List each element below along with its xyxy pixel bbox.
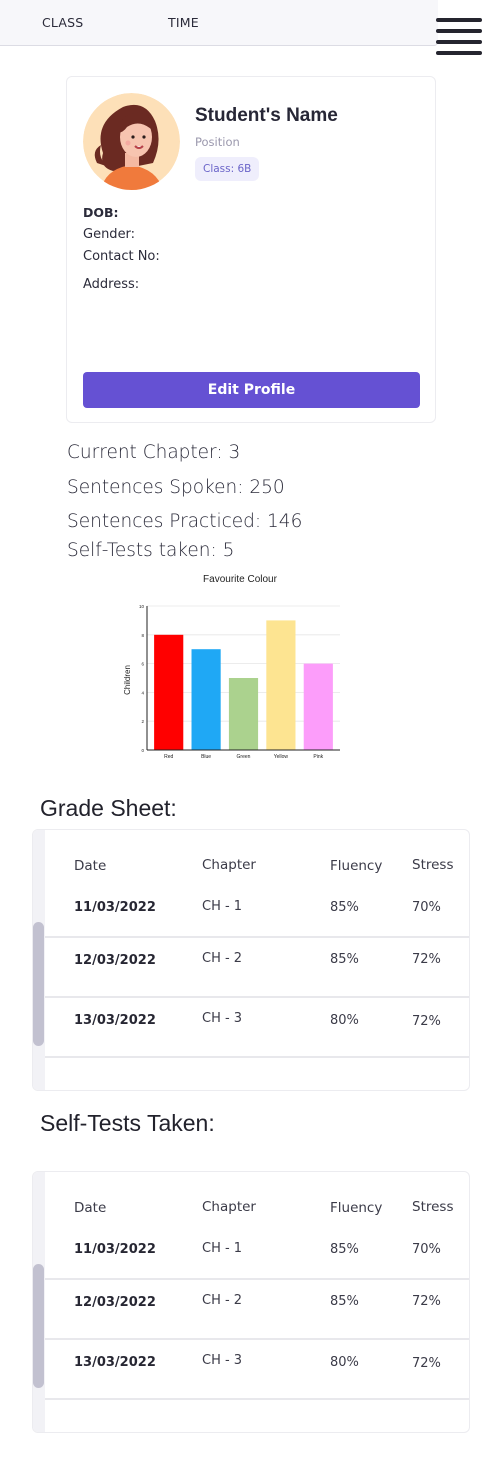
avatar <box>83 93 180 190</box>
chart-y-tick-label: 0 <box>141 748 144 753</box>
cell-date: 11/03/2022 <box>74 900 156 915</box>
chart-x-tick-label: Red <box>164 754 173 760</box>
cell-chapter: CH - 2 <box>202 951 243 966</box>
chart-bar-pink <box>303 663 333 750</box>
top-nav: CLASS TIME <box>0 0 438 46</box>
grade-sheet-table: Date Chapter Fluency Stress 11/03/2022 C… <box>32 829 470 1091</box>
cell-fluency: 85% <box>330 952 359 967</box>
cell-stress: 72% <box>412 1014 441 1029</box>
cell-date: 12/03/2022 <box>74 1295 156 1310</box>
cell-fluency: 85% <box>330 1242 359 1257</box>
profile-card: Student's Name Position Class: 6B DOB: G… <box>66 76 436 423</box>
col-header-date: Date <box>74 1200 107 1216</box>
scrollbar-thumb[interactable] <box>33 922 44 1046</box>
contact-label: Contact No: <box>83 249 160 264</box>
chart-y-tick-label: 4 <box>141 690 144 695</box>
cell-chapter: CH - 1 <box>202 899 243 914</box>
address-label: Address: <box>83 277 140 292</box>
table-row: 12/03/2022 CH - 2 85% 72% <box>45 1280 469 1340</box>
grade-sheet-title: Grade Sheet: <box>40 795 177 821</box>
self-tests-title: Self-Tests Taken: <box>40 1110 215 1136</box>
current-chapter-stat: Current Chapter: 3 <box>67 442 241 463</box>
cell-fluency: 80% <box>330 1355 359 1370</box>
cell-date: 12/03/2022 <box>74 953 156 968</box>
table-row: 11/03/2022 CH - 1 85% 70% <box>45 1220 469 1280</box>
chart-x-tick-label: Yellow <box>274 754 289 760</box>
cell-stress: 72% <box>412 1294 441 1309</box>
chart-bar-blue <box>191 649 221 750</box>
cell-stress: 72% <box>412 1356 441 1371</box>
col-header-fluency: Fluency <box>330 1200 383 1216</box>
tab-time[interactable]: TIME <box>168 15 199 30</box>
chart-y-tick-label: 2 <box>141 719 144 724</box>
table-row: 13/03/2022 CH - 3 80% 72% <box>45 998 469 1058</box>
class-badge: Class: 6B <box>195 157 260 181</box>
sentences-practiced-stat: Sentences Practiced: 146 <box>67 511 303 532</box>
chart-bar-red <box>154 634 184 750</box>
cell-chapter: CH - 3 <box>202 1011 243 1026</box>
cell-stress: 70% <box>412 1242 441 1257</box>
cell-date: 11/03/2022 <box>74 1242 156 1257</box>
cell-fluency: 85% <box>330 1294 359 1309</box>
chart-y-label: Children <box>123 665 132 695</box>
col-header-stress: Stress <box>412 857 454 873</box>
table-row: 13/03/2022 CH - 3 80% 72% <box>45 1340 469 1400</box>
cell-stress: 72% <box>412 952 441 967</box>
edit-profile-button[interactable]: Edit Profile <box>83 372 420 408</box>
scrollbar-thumb[interactable] <box>33 1264 44 1388</box>
col-header-chapter: Chapter <box>202 1199 256 1215</box>
table-row: 12/03/2022 CH - 2 85% 72% <box>45 938 469 998</box>
chart-title: Favourite Colour <box>203 574 278 585</box>
tab-class[interactable]: CLASS <box>42 15 83 30</box>
col-header-stress: Stress <box>412 1199 454 1215</box>
col-header-fluency: Fluency <box>330 858 383 874</box>
sentences-spoken-stat: Sentences Spoken: 250 <box>67 477 285 498</box>
cell-fluency: 85% <box>330 900 359 915</box>
gender-label: Gender: <box>83 227 136 242</box>
cell-chapter: CH - 1 <box>202 1241 243 1256</box>
chart-y-tick-label: 6 <box>141 662 144 667</box>
cell-chapter: CH - 2 <box>202 1293 243 1308</box>
chart-y-tick-label: 10 <box>139 604 145 609</box>
student-position: Position <box>195 135 240 149</box>
cell-chapter: CH - 3 <box>202 1353 243 1368</box>
col-header-date: Date <box>74 858 107 874</box>
chart-bar-green <box>228 678 259 750</box>
cell-fluency: 80% <box>330 1013 359 1028</box>
favourite-colour-chart: Favourite Colour Children 0 2 4 6 8 10 Red Blu… <box>118 570 348 766</box>
hamburger-menu-icon[interactable] <box>436 18 482 55</box>
self-tests-table: Date Chapter Fluency Stress 11/03/2022 C… <box>32 1171 470 1433</box>
col-header-chapter: Chapter <box>202 857 256 873</box>
table-row: 11/03/2022 CH - 1 85% 70% <box>45 878 469 938</box>
chart-x-tick-label: Blue <box>201 754 211 760</box>
chart-x-tick-label: Pink <box>313 754 323 760</box>
chart-bar-yellow <box>266 620 296 750</box>
cell-stress: 70% <box>412 900 441 915</box>
self-tests-stat: Self-Tests taken: 5 <box>67 540 235 561</box>
student-name: Student's Name <box>195 105 338 126</box>
chart-x-tick-label: Green <box>237 754 251 760</box>
cell-date: 13/03/2022 <box>74 1013 156 1028</box>
chart-y-tick-label: 8 <box>141 633 144 638</box>
cell-date: 13/03/2022 <box>74 1355 156 1370</box>
dob-label: DOB: <box>83 205 119 220</box>
